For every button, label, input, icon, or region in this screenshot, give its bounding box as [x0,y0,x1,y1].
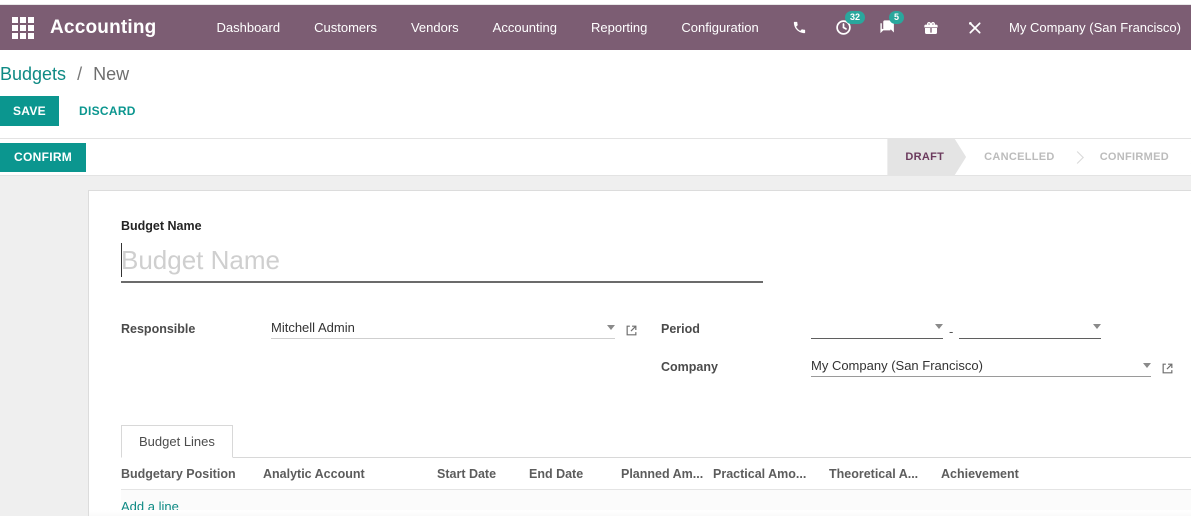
menu-accounting[interactable]: Accounting [491,16,559,39]
chevron-down-icon [935,323,943,329]
app-title[interactable]: Accounting [50,17,157,39]
discard-button[interactable]: DISCARD [69,96,146,126]
breadcrumb-area: Budgets / New SAVE DISCARD [0,50,1191,126]
breadcrumb-budgets-link[interactable]: Budgets [0,64,66,84]
external-link-icon [626,325,637,336]
menu-vendors[interactable]: Vendors [409,16,461,39]
col-analytic-account[interactable]: Analytic Account [263,467,437,481]
menu-reporting[interactable]: Reporting [589,16,649,39]
col-practical-amount[interactable]: Practical Amo... [713,467,829,481]
main-navbar: Accounting Dashboard Customers Vendors A… [0,5,1191,50]
budget-name-label: Budget Name [121,219,202,233]
activities-button[interactable]: 32 [833,10,866,38]
notebook-tabs: Budget Lines [121,425,1191,458]
chevron-down-icon [1093,323,1102,329]
phone-icon [793,21,805,34]
col-start-date[interactable]: Start Date [437,467,529,481]
activity-count-badge: 32 [845,10,866,24]
form-fields-grid: Responsible Mitchell Admin Period - Comp… [121,315,1191,391]
period-row: Period - [661,315,1191,339]
chevron-down-icon [1143,363,1151,368]
company-row: Company My Company (San Francisco) [661,353,1191,377]
navbar-right: 32 5 My Company (San Francisco) [789,10,1181,38]
period-label: Period [661,322,700,336]
budget-name-input[interactable] [121,239,763,281]
voip-button[interactable] [789,18,809,38]
company-select[interactable]: My Company (San Francisco) [811,358,1151,377]
col-achievement[interactable]: Achievement [941,467,1061,481]
form-left-column: Responsible Mitchell Admin [121,315,661,391]
col-theoretical-amount[interactable]: Theoretical A... [829,467,941,481]
tools-button[interactable] [965,18,985,38]
col-planned-amount[interactable]: Planned Am... [621,467,713,481]
company-label: Company [661,360,718,374]
record-actions: SAVE DISCARD [0,96,1191,126]
confirm-button[interactable]: CONFIRM [0,142,87,172]
external-link-icon [1162,363,1173,374]
responsible-open-record-button[interactable] [625,324,638,339]
stage-draft[interactable]: DRAFT [887,138,966,176]
notebook: Budget Lines Budgetary Position Analytic… [121,425,1191,516]
apps-menu-button[interactable] [8,13,38,43]
stage-confirmed[interactable]: CONFIRMED [1082,151,1187,163]
company-open-record-button[interactable] [1161,362,1174,377]
company-value: My Company (San Francisco) [811,358,983,373]
rewards-button[interactable] [921,18,941,38]
budget-lines-table-header: Budgetary Position Analytic Account Star… [121,458,1191,490]
save-button[interactable]: SAVE [0,96,59,126]
form-view-background: Budget Name Responsible Mitchell Admin [0,176,1191,516]
period-from-select[interactable] [811,317,943,339]
menu-configuration[interactable]: Configuration [679,16,760,39]
responsible-select[interactable]: Mitchell Admin [271,320,615,339]
tab-budget-lines[interactable]: Budget Lines [121,425,233,458]
breadcrumb: Budgets / New [0,62,1191,86]
stage-cancelled[interactable]: CANCELLED [966,151,1073,163]
text-cursor [121,243,122,277]
responsible-row: Responsible Mitchell Admin [121,315,661,339]
form-right-column: Period - Company My Company (San Francis… [661,315,1191,391]
breadcrumb-separator: / [77,64,83,84]
form-statusbar-row: CONFIRM DRAFT CANCELLED CONFIRMED [0,138,1191,176]
breadcrumb-current: New [93,64,130,84]
company-switcher[interactable]: My Company (San Francisco) [1009,20,1181,35]
apps-grid-icon [12,16,34,39]
responsible-label: Responsible [121,322,196,336]
message-count-badge: 5 [889,10,905,24]
sheet-footer [89,510,1191,516]
gift-icon [924,21,938,34]
col-budgetary-position[interactable]: Budgetary Position [121,467,263,481]
period-range-separator: - [949,324,954,339]
menu-dashboard[interactable]: Dashboard [215,16,283,39]
main-menu: Dashboard Customers Vendors Accounting R… [215,16,761,39]
form-sheet: Budget Name Responsible Mitchell Admin [88,190,1191,516]
statusbar: DRAFT CANCELLED CONFIRMED [887,139,1191,175]
budget-name-field-wrap [121,239,763,283]
responsible-value: Mitchell Admin [271,320,355,335]
chevron-down-icon [607,325,615,330]
menu-customers[interactable]: Customers [312,16,379,39]
period-to-select[interactable] [959,317,1102,339]
messages-button[interactable]: 5 [877,10,905,38]
col-end-date[interactable]: End Date [529,467,621,481]
crossed-tools-icon [969,21,981,34]
